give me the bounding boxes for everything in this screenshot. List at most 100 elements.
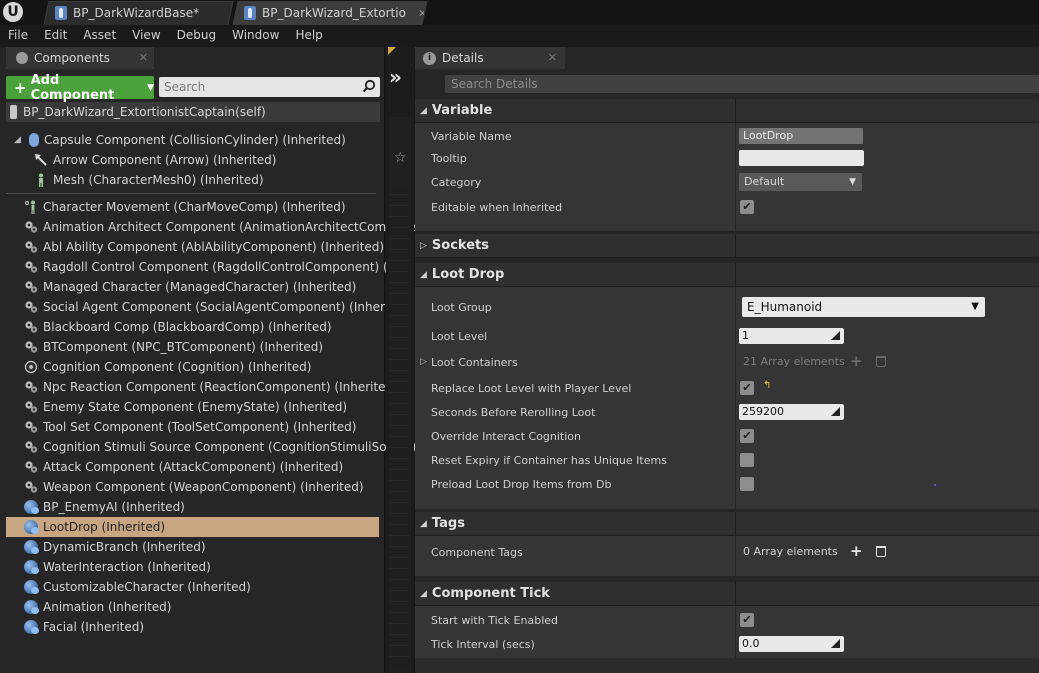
- component-row[interactable]: BTComponent (NPC_BTComponent) (Inherited…: [24, 337, 323, 357]
- chevron-down-icon: ▼: [849, 177, 856, 187]
- trash-icon[interactable]: [876, 546, 886, 557]
- component-row[interactable]: Ragdoll Control Component (RagdollContro…: [24, 257, 414, 277]
- component-row[interactable]: Managed Character (ManagedCharacter) (In…: [24, 277, 356, 297]
- component-row[interactable]: Animation (Inherited): [24, 597, 171, 617]
- close-panel-icon[interactable]: ✕: [139, 51, 148, 64]
- self-component-row[interactable]: BP_DarkWizard_ExtortionistCaptain(self): [6, 102, 380, 122]
- details-tab-label: Details: [442, 51, 484, 65]
- override-interact-checkbox[interactable]: ✔: [740, 429, 754, 443]
- menu-view[interactable]: View: [124, 25, 168, 46]
- tooltip-field[interactable]: [739, 150, 864, 166]
- components-tab-label: Components: [34, 51, 110, 65]
- component-row[interactable]: CustomizableCharacter (Inherited): [24, 577, 251, 597]
- section-sockets[interactable]: ▷ Sockets: [415, 234, 1039, 258]
- component-label: Enemy State Component (EnemyState) (Inhe…: [43, 400, 348, 414]
- tick-interval-field[interactable]: 0.0: [739, 636, 844, 652]
- tree-row-capsule[interactable]: ◢ Capsule Component (CollisionCylinder) …: [14, 130, 346, 150]
- section-tags[interactable]: ◢ Tags: [415, 512, 1039, 536]
- tree-row-arrow[interactable]: Arrow Component (Arrow) (Inherited): [34, 150, 276, 170]
- drag-handle-icon[interactable]: [831, 407, 840, 416]
- component-row[interactable]: DynamicBranch (Inherited): [24, 537, 206, 557]
- component-label: DynamicBranch (Inherited): [43, 540, 206, 554]
- column-splitter[interactable]: [735, 99, 736, 123]
- section-variable[interactable]: ◢ Variable: [415, 99, 1039, 123]
- unreal-logo-icon[interactable]: U: [3, 2, 23, 22]
- column-splitter[interactable]: [735, 263, 736, 287]
- menu-debug[interactable]: Debug: [169, 25, 224, 46]
- tab-components[interactable]: Components ✕: [6, 47, 154, 69]
- add-element-icon[interactable]: +: [850, 352, 863, 370]
- editable-when-inherited-checkbox[interactable]: ✔: [740, 200, 754, 214]
- gears-icon: [24, 380, 38, 394]
- drag-handle-icon[interactable]: [831, 639, 840, 648]
- component-row[interactable]: Animation Architect Component (Animation…: [24, 217, 416, 237]
- details-search-input[interactable]: Search Details: [445, 75, 1039, 93]
- tab-bp-darkwizard-extortionist[interactable]: BP_DarkWizard_Extortio ✕: [232, 1, 428, 25]
- drag-handle-icon[interactable]: [831, 331, 840, 340]
- title-bar: U BP_DarkWizardBase* BP_DarkWizard_Extor…: [0, 0, 1039, 25]
- property-label: Tooltip: [431, 151, 467, 165]
- expand-arrow-icon[interactable]: ▷: [420, 357, 427, 367]
- preload-loot-checkbox[interactable]: [740, 477, 754, 491]
- seconds-before-reroll-field[interactable]: 259200: [739, 404, 844, 420]
- property-label: Tick Interval (secs): [431, 637, 535, 651]
- column-splitter[interactable]: [735, 512, 736, 536]
- prop-variable-name: Variable Name LootDrop: [415, 124, 1039, 148]
- tree-row-mesh[interactable]: Mesh (CharacterMesh0) (Inherited): [34, 170, 264, 190]
- replace-loot-level-checkbox[interactable]: ✔: [740, 381, 754, 395]
- menu-help[interactable]: Help: [287, 25, 330, 46]
- component-row[interactable]: Attack Component (AttackComponent) (Inhe…: [24, 457, 343, 477]
- component-row[interactable]: Tool Set Component (ToolSetComponent) (I…: [24, 417, 356, 437]
- expand-arrow-icon[interactable]: ◢: [14, 135, 24, 145]
- menu-asset[interactable]: Asset: [75, 25, 124, 46]
- component-row[interactable]: BP_EnemyAI (Inherited): [24, 497, 185, 517]
- tab-details[interactable]: i Details ✕: [415, 47, 565, 69]
- component-row[interactable]: Blackboard Comp (BlackboardComp) (Inheri…: [24, 317, 332, 337]
- component-row[interactable]: Character Movement (CharMoveComp) (Inher…: [24, 197, 346, 217]
- add-element-icon[interactable]: +: [850, 542, 863, 560]
- component-search-input[interactable]: Search: [159, 77, 380, 97]
- section-component-tick[interactable]: ◢ Component Tick: [415, 582, 1039, 606]
- menu-file[interactable]: File: [0, 25, 36, 46]
- expand-chevron-icon[interactable]: »: [389, 65, 402, 89]
- section-title: Sockets: [431, 238, 489, 253]
- component-row[interactable]: Cognition Stimuli Source Component (Cogn…: [24, 437, 417, 457]
- add-component-button[interactable]: + Add Component ▼: [6, 73, 154, 103]
- loot-level-field[interactable]: 1: [739, 328, 844, 344]
- search-icon[interactable]: [362, 79, 376, 93]
- menu-window[interactable]: Window: [224, 25, 287, 46]
- close-panel-icon[interactable]: ✕: [548, 51, 557, 64]
- component-row-selected[interactable]: LootDrop (Inherited): [6, 517, 379, 537]
- component-row[interactable]: Npc Reaction Component (ReactionComponen…: [24, 377, 398, 397]
- component-row[interactable]: Cognition Component (Cognition) (Inherit…: [24, 357, 311, 377]
- capsule-icon: [29, 133, 39, 147]
- property-label: Loot Containers: [431, 355, 518, 369]
- menu-edit[interactable]: Edit: [36, 25, 75, 46]
- column-splitter[interactable]: [735, 234, 736, 258]
- section-loot-drop[interactable]: ◢ Loot Drop: [415, 263, 1039, 287]
- column-splitter[interactable]: [735, 582, 736, 606]
- component-label: Character Movement (CharMoveComp) (Inher…: [43, 200, 346, 214]
- variable-name-field[interactable]: LootDrop: [739, 128, 863, 144]
- tab-bp-darkwizardbase[interactable]: BP_DarkWizardBase*: [43, 1, 234, 25]
- loot-group-combo[interactable]: E_Humanoid ▼: [742, 297, 985, 317]
- reset-expiry-checkbox[interactable]: [740, 453, 754, 467]
- prop-component-tags: Component Tags 0 Array elements +: [415, 540, 1039, 564]
- category-combo[interactable]: Default ▼: [739, 173, 862, 191]
- component-row[interactable]: Abl Ability Component (AblAbilityCompone…: [24, 237, 384, 257]
- component-row[interactable]: Enemy State Component (EnemyState) (Inhe…: [24, 397, 347, 417]
- component-row[interactable]: Weapon Component (WeaponComponent) (Inhe…: [24, 477, 364, 497]
- trash-icon[interactable]: [876, 356, 886, 367]
- blueprint-component-icon: [24, 580, 39, 594]
- start-with-tick-checkbox[interactable]: ✔: [740, 613, 754, 627]
- panel-splitter: » ☆: [386, 47, 414, 673]
- component-row[interactable]: Facial (Inherited): [24, 617, 144, 637]
- menu-bar: File Edit Asset View Debug Window Help: [0, 25, 1039, 46]
- star-icon[interactable]: ☆: [394, 150, 407, 166]
- component-row[interactable]: Social Agent Component (SocialAgentCompo…: [24, 297, 413, 317]
- component-row[interactable]: WaterInteraction (Inherited): [24, 557, 211, 577]
- component-label: CustomizableCharacter (Inherited): [43, 580, 251, 594]
- reset-to-default-icon[interactable]: ↰: [763, 380, 771, 391]
- component-label: WaterInteraction (Inherited): [43, 560, 211, 574]
- close-tab-icon[interactable]: ✕: [418, 7, 424, 20]
